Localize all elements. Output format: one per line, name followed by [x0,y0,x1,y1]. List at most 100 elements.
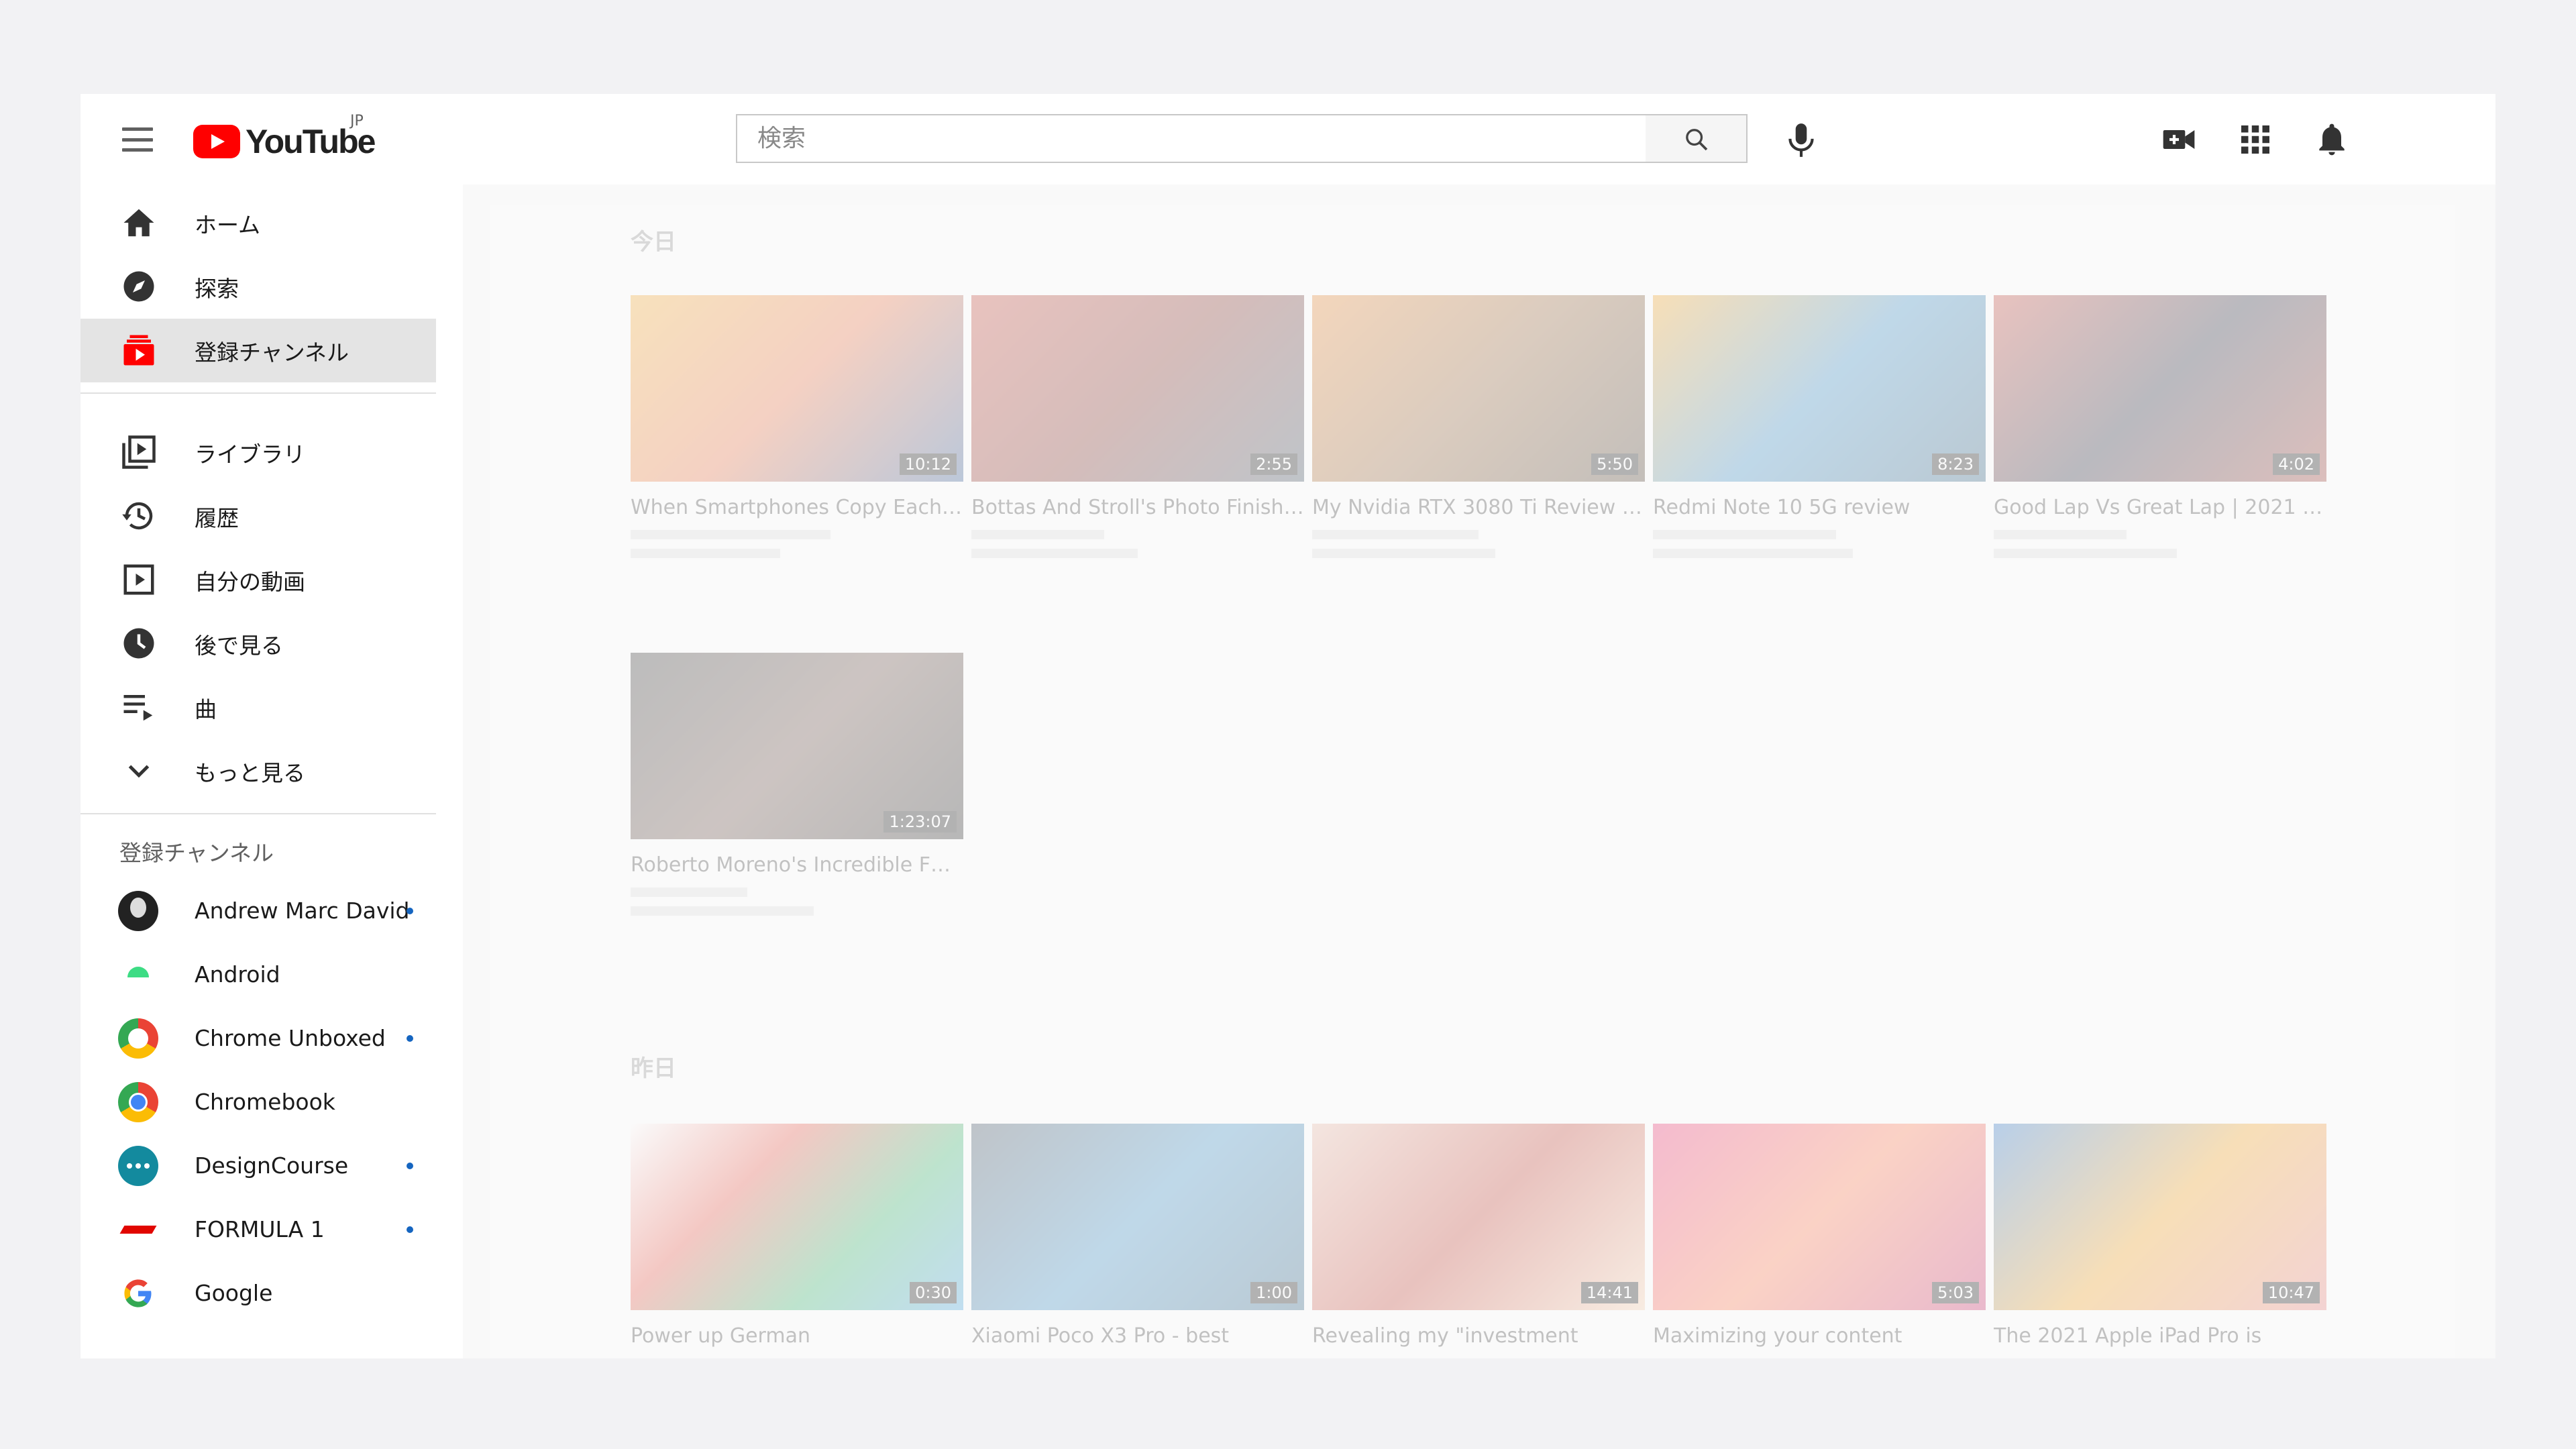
video-title[interactable]: Maximizing your content [1653,1324,1986,1349]
subscriptions-icon [123,335,154,366]
video-duration: 4:02 [2273,453,2320,475]
channel-line [631,530,830,539]
sidebar-item-label: 履歴 [195,504,239,531]
section-date-today: 今日 [631,229,676,256]
video-thumbnail[interactable]: 5:50 [1312,295,1645,482]
video-thumbnail[interactable]: 2:55 [971,295,1304,482]
search-bar [736,114,1748,163]
subscription-chrome-unboxed[interactable]: Chrome Unboxed [80,1006,436,1070]
sidebar-item-label: もっと見る [195,759,305,786]
video-card[interactable]: 0:30 Power up German [631,1124,963,1349]
meta-line [971,549,1138,558]
sidebar-item-playlist[interactable]: 曲 [80,676,436,739]
youtube-window: YouTube JP 検索 ホーム 探索 登録チャンネル ライブラリ 履歴 自分… [80,94,2496,1358]
notifications-bell-icon[interactable] [2313,121,2351,158]
channel-line [1312,530,1479,539]
youtube-play-icon [193,125,240,158]
video-thumbnail[interactable]: 0:30 [631,1124,963,1310]
sidebar-item-label: 曲 [195,696,217,722]
search-input[interactable] [736,114,1647,163]
video-card[interactable]: 14:41 Revealing my "investment [1312,1124,1645,1349]
meta-line [631,549,781,558]
menu-icon[interactable] [122,127,153,152]
sidebar-item-home[interactable]: ホーム [80,191,436,255]
video-card[interactable]: 5:03 Maximizing your content [1653,1124,1986,1349]
sidebar-divider [80,813,436,814]
meta-line [631,906,814,916]
video-card[interactable]: 1:23:07 Roberto Moreno's Incredible F1 J… [631,653,963,916]
video-card[interactable]: 2:55 Bottas And Stroll's Photo Finish | … [971,295,1304,558]
formula1-avatar [118,1209,158,1250]
video-title[interactable]: When Smartphones Copy Each Other! [631,495,963,521]
meta-line [1653,549,1853,558]
video-title[interactable]: Power up German [631,1324,963,1349]
subscription-name: FORMULA 1 [195,1216,325,1242]
video-title[interactable]: Revealing my "investment [1312,1324,1645,1349]
new-content-dot [407,907,413,914]
your-videos-icon [123,564,154,595]
search-icon [1686,129,1708,151]
subscription-andrew-marc-david[interactable]: Andrew Marc David [80,879,436,943]
sidebar-item-show-more[interactable]: もっと見る [80,739,436,803]
video-thumbnail[interactable]: 10:12 [631,295,963,482]
video-title[interactable]: The 2021 Apple iPad Pro is [1994,1324,2326,1349]
search-button[interactable] [1646,114,1748,163]
sidebar-item-subscriptions[interactable]: 登録チャンネル [80,319,436,382]
video-card[interactable]: 4:02 Good Lap Vs Great Lap | 2021 Azerba… [1994,295,2326,558]
channel-line [1994,530,2127,539]
apps-grid-icon[interactable] [2237,121,2274,158]
video-card[interactable]: 8:23 Redmi Note 10 5G review [1653,295,1986,558]
explore-icon [123,271,154,302]
history-icon [122,502,153,530]
create-video-icon[interactable] [2160,121,2198,158]
subscription-formula-1[interactable]: FORMULA 1 [80,1197,436,1261]
channel-line [631,888,747,897]
playlist-icon [123,695,153,721]
subscription-name: Google [195,1280,273,1306]
video-title[interactable]: Good Lap Vs Great Lap | 2021 Azerbaijan … [1994,495,2326,521]
video-thumbnail[interactable]: 1:23:07 [631,653,963,839]
avatar [118,890,158,931]
video-duration: 10:47 [2262,1282,2320,1303]
chevron-down-icon [128,765,150,778]
sidebar: ホーム 探索 登録チャンネル ライブラリ 履歴 自分の動画 後で見る 曲 もっと… [80,184,463,1358]
video-duration: 1:00 [1250,1282,1297,1303]
video-title[interactable]: Xiaomi Poco X3 Pro - best [971,1324,1304,1349]
video-card[interactable]: 10:12 When Smartphones Copy Each Other! [631,295,963,558]
subscription-name: Chromebook [195,1089,335,1115]
video-card[interactable]: 5:50 My Nvidia RTX 3080 Ti Review - 10% … [1312,295,1645,558]
subscription-chromebook[interactable]: Chromebook [80,1070,436,1134]
home-icon [123,209,154,237]
subscription-google[interactable]: Google [80,1261,436,1325]
watch-later-icon [123,628,154,659]
video-title[interactable]: My Nvidia RTX 3080 Ti Review - 10% Faste… [1312,495,1645,521]
video-thumbnail[interactable]: 14:41 [1312,1124,1645,1310]
subscription-android[interactable]: Android [80,943,436,1006]
video-thumbnail[interactable]: 10:47 [1994,1124,2326,1310]
subscription-name: Andrew Marc David [195,898,410,924]
video-title[interactable]: Redmi Note 10 5G review [1653,495,1986,521]
video-title[interactable]: Bottas And Stroll's Photo Finish | All T… [971,495,1304,521]
video-thumbnail[interactable]: 4:02 [1994,295,2326,482]
sidebar-item-label: ホーム [195,211,261,238]
video-thumbnail[interactable]: 1:00 [971,1124,1304,1310]
video-duration: 5:03 [1932,1282,1979,1303]
sidebar-item-your-videos[interactable]: 自分の動画 [80,548,436,612]
main-content: 今日 10:12 When Smartphones Copy Each Othe… [490,205,2455,1358]
sidebar-item-library[interactable]: ライブラリ [80,421,436,484]
video-thumbnail[interactable]: 8:23 [1653,295,1986,482]
sidebar-item-watch-later[interactable]: 後で見る [80,612,436,676]
video-duration: 5:50 [1591,453,1638,475]
video-thumbnail[interactable]: 5:03 [1653,1124,1986,1310]
sidebar-item-history[interactable]: 履歴 [80,484,436,548]
video-title[interactable]: Roberto Moreno's Incredible F1 Journey |… [631,853,963,878]
designcourse-avatar [118,1145,158,1186]
subscription-designcourse[interactable]: DesignCourse [80,1134,436,1197]
microphone-icon[interactable] [1784,121,1818,160]
video-card[interactable]: 10:47 The 2021 Apple iPad Pro is [1994,1124,2326,1349]
top-bar: YouTube JP [80,94,2496,184]
youtube-logo[interactable]: YouTube JP [193,113,376,161]
sidebar-divider [80,392,436,394]
video-card[interactable]: 1:00 Xiaomi Poco X3 Pro - best [971,1124,1304,1349]
sidebar-item-explore[interactable]: 探索 [80,255,436,319]
